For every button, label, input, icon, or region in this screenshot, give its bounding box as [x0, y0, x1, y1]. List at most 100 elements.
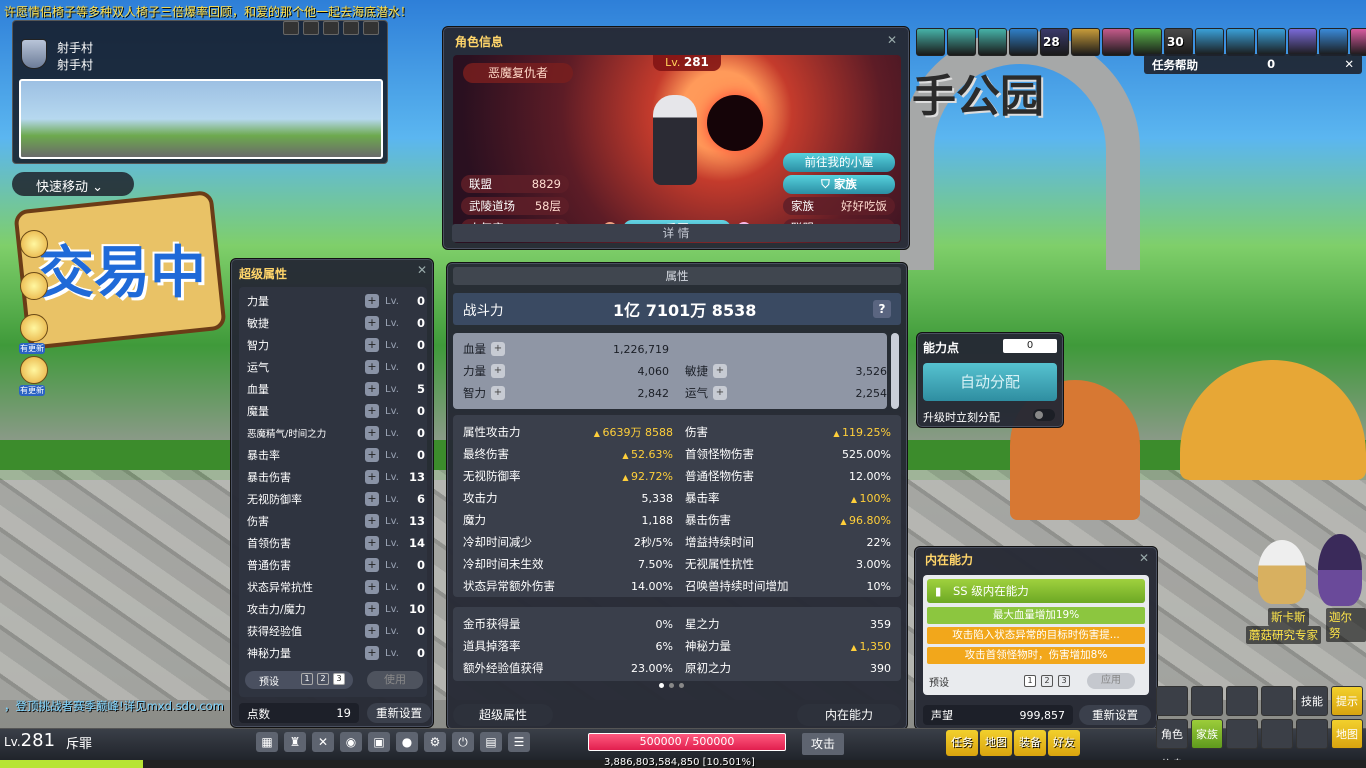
buff-icon[interactable] — [1319, 28, 1348, 56]
scrollbar[interactable] — [891, 333, 899, 409]
quest-helper[interactable]: 任务帮助 0 ✕ — [1144, 54, 1362, 74]
menu-icon[interactable]: ▤ — [480, 732, 502, 752]
buff-icon[interactable] — [1009, 28, 1038, 56]
hotkey-slot[interactable] — [1261, 686, 1293, 716]
plus-icon[interactable]: + — [365, 492, 379, 506]
plus-icon[interactable]: + — [365, 426, 379, 440]
buff-icon[interactable]: 28 — [1040, 28, 1069, 56]
auto-assign-button[interactable]: 自动分配 — [923, 363, 1057, 401]
buff-icon[interactable] — [1071, 28, 1100, 56]
minimap[interactable]: 射手村 射手村 — [12, 20, 388, 164]
plus-icon[interactable]: + — [365, 404, 379, 418]
plus-icon[interactable]: + — [365, 646, 379, 660]
plus-icon[interactable]: + — [365, 602, 379, 616]
buff-icon[interactable] — [947, 28, 976, 56]
menu-icon[interactable]: ▣ — [368, 732, 390, 752]
attack-button[interactable]: 攻击 — [802, 733, 844, 755]
hotkey-slot[interactable] — [1226, 719, 1258, 749]
buff-icon[interactable] — [916, 28, 945, 56]
star-icon[interactable] — [20, 272, 48, 300]
hotkey-slot[interactable]: 提示 — [1331, 686, 1363, 716]
hotkey-slot[interactable] — [1226, 686, 1258, 716]
super-stats-button[interactable]: 超级属性 — [453, 704, 553, 726]
hotkey-slot[interactable] — [1191, 686, 1223, 716]
plus-icon[interactable]: + — [365, 536, 379, 550]
hotkey-slot[interactable] — [1261, 719, 1293, 749]
menu-icon[interactable]: ☰ — [508, 732, 530, 752]
plus-icon[interactable]: + — [713, 386, 727, 400]
plus-icon[interactable]: + — [365, 448, 379, 462]
page-dot[interactable] — [679, 683, 684, 688]
preset-1[interactable]: 1 — [1024, 675, 1036, 687]
detail-button[interactable]: 详 情 — [452, 224, 900, 242]
menu-icon[interactable]: ⏻ — [452, 732, 474, 752]
plus-icon[interactable]: + — [365, 624, 379, 638]
hotkey-slot[interactable] — [1296, 719, 1328, 749]
minimap-button[interactable] — [343, 21, 359, 35]
close-icon[interactable]: ✕ — [1344, 57, 1354, 71]
quick-move-button[interactable]: 快速移动 ⌄ — [12, 172, 134, 196]
quick-button[interactable]: 好友 — [1048, 730, 1080, 756]
auto-upgrade-toggle[interactable] — [1033, 409, 1055, 421]
quick-button[interactable]: 地图 — [980, 730, 1012, 756]
plus-icon[interactable]: + — [491, 342, 505, 356]
hotkey-slot[interactable]: 技能 — [1296, 686, 1328, 716]
plus-icon[interactable]: + — [365, 316, 379, 330]
family-button[interactable]: ⛉ 家族 — [783, 175, 895, 194]
preset-2[interactable]: 2 — [317, 673, 329, 685]
plus-icon[interactable]: + — [365, 382, 379, 396]
plus-icon[interactable]: + — [365, 338, 379, 352]
menu-icon[interactable]: ♜ — [284, 732, 306, 752]
buff-icon[interactable] — [1226, 28, 1255, 56]
hotkey-slot[interactable]: 家族 — [1191, 719, 1223, 749]
menu-icon[interactable]: ◉ — [340, 732, 362, 752]
quick-button[interactable]: 装备 — [1014, 730, 1046, 756]
plus-icon[interactable]: + — [365, 360, 379, 374]
npc-sprite[interactable] — [1318, 534, 1362, 606]
minimap-button[interactable] — [323, 21, 339, 35]
apply-button[interactable]: 应用 — [1087, 673, 1135, 689]
buff-icon[interactable] — [1195, 28, 1224, 56]
tab-attributes[interactable]: 属性 — [453, 267, 901, 285]
page-dot[interactable] — [659, 683, 664, 688]
menu-icon[interactable]: ⚙ — [424, 732, 446, 752]
plus-icon[interactable]: + — [491, 386, 505, 400]
close-icon[interactable]: ✕ — [1139, 551, 1149, 565]
hotkey-slot[interactable]: 地图 — [1331, 719, 1363, 749]
minimap-button[interactable] — [283, 21, 299, 35]
minimap-button[interactable] — [303, 21, 319, 35]
menu-icon[interactable]: ● — [396, 732, 418, 752]
buff-icon[interactable] — [1257, 28, 1286, 56]
preset-2[interactable]: 2 — [1041, 675, 1053, 687]
buff-icon[interactable] — [1288, 28, 1317, 56]
plus-icon[interactable]: + — [365, 470, 379, 484]
minimap-button[interactable] — [363, 21, 379, 35]
minimap-view[interactable] — [19, 79, 383, 159]
menu-icon[interactable]: ✕ — [312, 732, 334, 752]
bell-icon[interactable]: 有更新 — [19, 314, 48, 354]
plus-icon[interactable]: + — [491, 364, 505, 378]
buff-icon[interactable] — [1133, 28, 1162, 56]
close-icon[interactable]: ✕ — [887, 33, 897, 47]
quick-button[interactable]: 任务 — [946, 730, 978, 756]
menu-icon[interactable]: ▦ — [256, 732, 278, 752]
reset-button[interactable]: 重新设置 — [367, 703, 431, 723]
inner-reset-button[interactable]: 重新设置 — [1079, 705, 1151, 725]
hotkey-slot[interactable]: 角色信息 — [1156, 719, 1188, 768]
plus-icon[interactable]: + — [365, 514, 379, 528]
hotkey-slot[interactable] — [1156, 686, 1188, 716]
preset-3[interactable]: 3 — [333, 673, 345, 685]
preset-1[interactable]: 1 — [301, 673, 313, 685]
plus-icon[interactable]: + — [365, 580, 379, 594]
megaphone-icon[interactable]: 有更新 — [19, 356, 48, 396]
go-home-button[interactable]: 前往我的小屋 — [783, 153, 895, 172]
lightbulb-icon[interactable] — [20, 230, 48, 258]
inner-ability-button[interactable]: 内在能力 — [797, 704, 901, 726]
help-icon[interactable]: ? — [873, 300, 891, 318]
page-dot[interactable] — [669, 683, 674, 688]
use-button[interactable]: 使用 — [367, 671, 423, 689]
close-icon[interactable]: ✕ — [417, 263, 427, 277]
plus-icon[interactable]: + — [713, 364, 727, 378]
npc-sprite[interactable] — [1258, 540, 1306, 604]
buff-icon[interactable] — [1102, 28, 1131, 56]
